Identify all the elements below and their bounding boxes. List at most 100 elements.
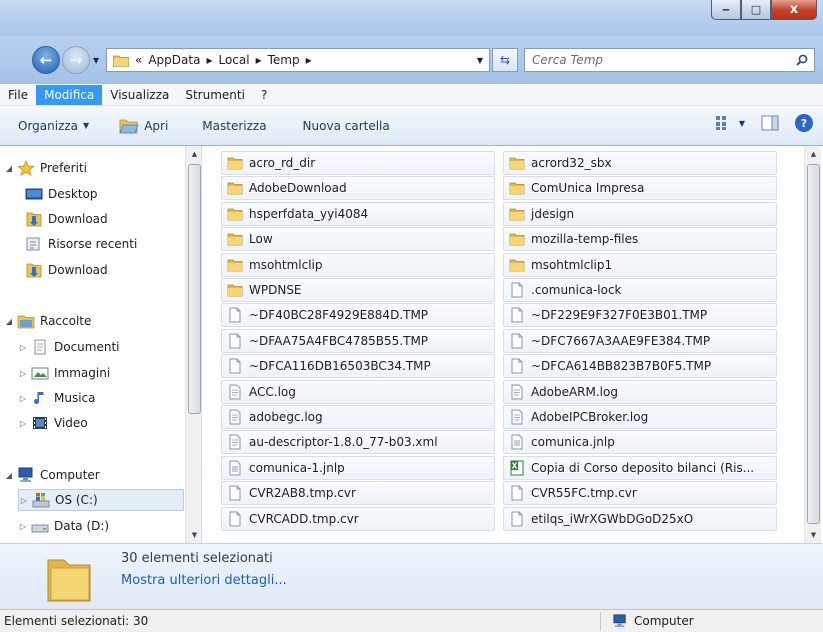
file-item[interactable]: jdesign xyxy=(503,201,777,226)
file-item[interactable]: ACC.log xyxy=(221,379,495,404)
nav-download-2[interactable]: Download xyxy=(12,259,108,281)
file-item[interactable]: AdobeDownload xyxy=(221,176,495,201)
address-dropdown-icon[interactable]: ▼ xyxy=(471,56,489,65)
nav-video[interactable]: ▷ Video xyxy=(18,412,88,434)
file-item[interactable]: mozilla-temp-files xyxy=(503,227,777,252)
back-button[interactable]: ← xyxy=(32,46,60,74)
expand-icon[interactable]: ▷ xyxy=(18,419,28,428)
refresh-button[interactable]: ⇆ xyxy=(492,48,518,72)
file-item[interactable]: ~DF229E9F327F0E3B01.TMP xyxy=(503,303,777,328)
menu-strumenti[interactable]: Strumenti xyxy=(177,85,253,105)
address-bar[interactable]: « AppData ▸ Local ▸ Temp ▸ ▼ xyxy=(106,48,490,72)
organize-button[interactable]: Organizza ▼ xyxy=(0,119,101,133)
breadcrumb-separator-icon[interactable]: ▸ xyxy=(256,53,262,67)
menu-file[interactable]: File xyxy=(0,85,36,105)
nav-drive-c[interactable]: ▷ OS (C:) xyxy=(18,489,184,511)
file-item[interactable]: Low xyxy=(221,227,495,252)
scroll-up-icon[interactable]: ▲ xyxy=(186,146,201,162)
expand-icon[interactable]: ▷ xyxy=(18,343,28,352)
file-item[interactable]: ~DFAA75A4FBC4785B55.TMP xyxy=(221,328,495,353)
file-item[interactable]: msohtmlclip1 xyxy=(503,252,777,277)
file-icon xyxy=(511,282,523,298)
minimize-button[interactable]: ‒ xyxy=(711,0,741,20)
recent-pages-dropdown-icon[interactable]: ▼ xyxy=(93,56,99,65)
expand-icon[interactable]: ▷ xyxy=(19,496,29,505)
search-box[interactable]: Cerca Temp xyxy=(524,48,815,72)
file-item[interactable]: au-descriptor-1.8.0_77-b03.xml xyxy=(221,430,495,455)
file-item[interactable]: Copia di Corso deposito bilanci (Ris... xyxy=(503,455,777,480)
file-scrollbar[interactable]: ▲ ▼ xyxy=(804,146,821,543)
menu-modifica[interactable]: Modifica xyxy=(36,84,103,105)
nav-libraries[interactable]: ◢ Raccolte xyxy=(4,310,91,332)
address-chevron[interactable]: « xyxy=(135,53,142,67)
file-item[interactable]: adobegc.log xyxy=(221,405,495,429)
close-button[interactable]: x xyxy=(771,0,817,20)
file-item[interactable]: ~DFC7667A3AAE9FE384.TMP xyxy=(503,328,777,353)
nav-download-1[interactable]: Download xyxy=(12,208,108,230)
nav-drive-d[interactable]: ▷ Data (D:) xyxy=(18,515,109,537)
maximize-button[interactable]: □ xyxy=(741,0,771,20)
collapse-icon[interactable]: ◢ xyxy=(4,471,14,480)
file-item[interactable]: ~DFCA614BB823B7B0F5.TMP xyxy=(503,354,777,379)
nav-pictures[interactable]: ▷ Immagini xyxy=(18,362,110,384)
text-file-icon xyxy=(229,409,241,425)
nav-documents[interactable]: ▷ Documenti xyxy=(18,336,120,358)
file-name: CVR2AB8.tmp.cvr xyxy=(249,486,356,501)
nav-recent[interactable]: Risorse recenti xyxy=(12,233,137,255)
expand-icon[interactable]: ▷ xyxy=(18,394,28,403)
nav-music[interactable]: ▷ Musica xyxy=(18,387,96,409)
change-view-button[interactable]: ▼ xyxy=(715,115,745,131)
file-item[interactable]: etilqs_iWrXGWbDGoD25xO xyxy=(503,506,777,531)
file-item[interactable]: CVR55FC.tmp.cvr xyxy=(503,481,777,506)
file-item[interactable]: CVR2AB8.tmp.cvr xyxy=(221,481,495,506)
breadcrumb-temp[interactable]: Temp xyxy=(268,53,300,67)
jnlp-file-icon xyxy=(229,460,241,476)
file-item[interactable]: comunica-1.jnlp xyxy=(221,455,495,480)
nav-desktop[interactable]: Desktop xyxy=(12,183,98,205)
scroll-down-icon[interactable]: ▼ xyxy=(805,527,822,543)
file-item[interactable]: ~DFCA116DB16503BC34.TMP xyxy=(221,354,495,379)
breadcrumb-separator-icon[interactable]: ▸ xyxy=(206,53,212,67)
burn-button[interactable]: Masterizza xyxy=(180,119,278,133)
file-item[interactable]: AdobeIPCBroker.log xyxy=(503,405,777,429)
menu-visualizza[interactable]: Visualizza xyxy=(102,85,177,105)
file-item[interactable]: acrord32_sbx xyxy=(503,151,777,175)
text-file-icon xyxy=(511,409,523,425)
collapse-icon[interactable]: ◢ xyxy=(4,317,14,326)
scroll-up-icon[interactable]: ▲ xyxy=(805,146,822,162)
nav-computer[interactable]: ◢ Computer xyxy=(4,464,100,486)
nav-favorites[interactable]: ◢ Preferiti xyxy=(4,157,87,179)
preview-pane-button[interactable] xyxy=(761,115,779,131)
collapse-icon[interactable]: ◢ xyxy=(4,164,14,173)
new-folder-button[interactable]: Nuova cartella xyxy=(279,119,402,133)
file-item[interactable]: acro_rd_dir xyxy=(221,151,495,175)
show-more-details-link[interactable]: Mostra ulteriori dettagli... xyxy=(121,573,287,588)
breadcrumb-appdata[interactable]: AppData xyxy=(148,53,200,67)
file-item[interactable]: comunica.jnlp xyxy=(503,430,777,455)
file-item[interactable]: AdobeARM.log xyxy=(503,379,777,404)
file-item[interactable]: CVRCADD.tmp.cvr xyxy=(221,506,495,531)
file-item[interactable]: ComUnica Impresa xyxy=(503,176,777,201)
open-button[interactable]: Apri xyxy=(101,118,180,134)
help-button[interactable]: ? xyxy=(795,114,813,132)
file-name: ~DFC7667A3AAE9FE384.TMP xyxy=(531,333,711,348)
search-input[interactable]: Cerca Temp xyxy=(532,53,603,67)
file-item[interactable]: msohtmlclip xyxy=(221,252,495,277)
file-item[interactable]: hsperfdata_yyi4084 xyxy=(221,201,495,226)
menu-help[interactable]: ? xyxy=(253,85,275,105)
forward-button[interactable]: → xyxy=(62,46,90,74)
expand-icon[interactable]: ▷ xyxy=(18,369,28,378)
file-item[interactable]: ~DF40BC28F4929E884D.TMP xyxy=(221,303,495,328)
text-file-icon xyxy=(229,384,241,400)
file-name: ~DF229E9F327F0E3B01.TMP xyxy=(531,308,708,323)
file-scrollbar-thumb[interactable] xyxy=(807,164,820,524)
scroll-down-icon[interactable]: ▼ xyxy=(186,527,201,543)
nav-scrollbar[interactable]: ▲ ▼ xyxy=(185,146,201,543)
file-item[interactable]: .comunica-lock xyxy=(503,278,777,302)
folder-icon xyxy=(509,208,525,221)
breadcrumb-local[interactable]: Local xyxy=(218,53,249,67)
expand-icon[interactable]: ▷ xyxy=(18,522,28,531)
breadcrumb-separator-icon[interactable]: ▸ xyxy=(306,53,312,67)
file-item[interactable]: WPDNSE xyxy=(221,278,495,302)
nav-scrollbar-thumb[interactable] xyxy=(188,164,201,414)
